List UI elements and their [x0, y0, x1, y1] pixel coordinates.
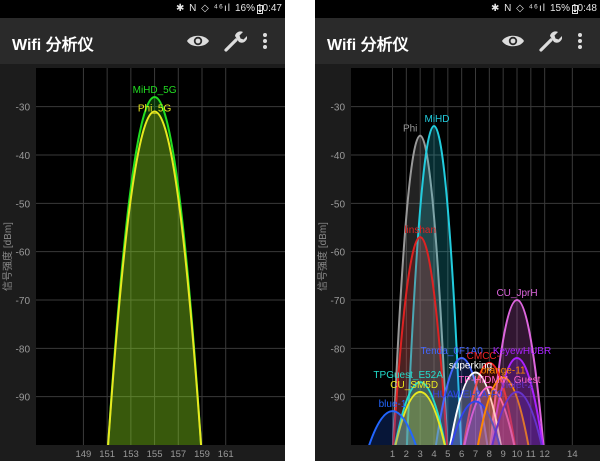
more-vert-icon[interactable] — [258, 29, 272, 53]
series-label: KeyewHUBR — [493, 346, 551, 357]
battery-level: 15% — [549, 3, 570, 14]
y-tick-label: -30 — [16, 103, 31, 114]
series-label: violet-2 — [501, 380, 534, 391]
x-tick-label: 10 — [512, 449, 523, 460]
phone-screen-right: ✱ N ◇ ⁴⁶ıl 15% 10:48 Wifi 分析仪 -30 -40 -50 -… — [315, 0, 600, 461]
y-tick-label: -30 — [331, 103, 346, 114]
y-tick-label: -90 — [16, 393, 31, 404]
x-tick-label: 6 — [459, 449, 464, 460]
status-bar: ✱ N ◇ ⁴⁶ıl 16% 10:47 — [0, 0, 285, 18]
app-title: Wifi 分析仪 — [12, 37, 94, 54]
x-tick-label: 161 — [218, 449, 234, 460]
wrench-icon[interactable] — [223, 29, 248, 53]
x-tick-label: 153 — [123, 449, 139, 460]
series-label: linshan — [404, 225, 436, 236]
eye-icon[interactable] — [186, 29, 210, 53]
y-tick-label: -70 — [331, 296, 346, 307]
series-label: MiHD_5G — [133, 85, 177, 96]
eye-icon[interactable] — [501, 29, 525, 53]
wrench-icon[interactable] — [538, 29, 563, 53]
x-tick-label: 157 — [170, 449, 186, 460]
app-title: Wifi 分析仪 — [327, 37, 409, 54]
y-tick-label: -40 — [331, 151, 346, 162]
y-tick-label: -90 — [331, 393, 346, 404]
series-label: HUAWEI-2A-F0 — [432, 390, 503, 401]
x-tick-label: 3 — [418, 449, 423, 460]
series-label: orange-11 — [481, 365, 526, 376]
x-tick-label: 7 — [473, 449, 478, 460]
y-tick-label: -80 — [16, 344, 31, 355]
app-bar: Wifi 分析仪 — [315, 18, 600, 64]
y-tick-label: -50 — [16, 199, 31, 210]
app-bar: Wifi 分析仪 — [0, 18, 285, 64]
x-tick-label: 11 — [526, 449, 536, 460]
y-tick-label: -40 — [16, 151, 31, 162]
series-label: CU_JprH — [496, 288, 537, 299]
series-label: Phi_5G — [138, 104, 172, 115]
status-icons: ✱ N ◇ ⁴⁶ıl — [175, 3, 231, 14]
series-label: CU_SM5D — [390, 380, 438, 391]
clock: 10:47 — [256, 3, 282, 14]
clock: 10:48 — [571, 3, 597, 14]
more-vert-icon[interactable] — [573, 29, 587, 53]
x-tick-label: 155 — [147, 449, 163, 460]
series-label: MiHD — [425, 114, 450, 125]
x-tick-label: 2 — [404, 449, 409, 460]
x-tick-label: 12 — [539, 449, 550, 460]
x-tick-label: 9 — [501, 449, 506, 460]
y-tick-label: -70 — [16, 296, 31, 307]
signal-chart: -30 -40 -50 -60 -70 -80 -90 149 151 153 155 157 159 1… — [0, 64, 285, 461]
x-tick-label: 151 — [99, 449, 115, 460]
x-tick-label: 8 — [487, 449, 492, 460]
y-tick-label: -80 — [331, 344, 346, 355]
series-label: Phi — [403, 124, 417, 135]
x-tick-label: 14 — [567, 449, 578, 460]
y-axis-label: 信号强度 [dBm] — [1, 222, 14, 291]
status-bar: ✱ N ◇ ⁴⁶ıl 15% 10:48 — [315, 0, 600, 18]
y-tick-label: -60 — [331, 248, 346, 259]
x-tick-label: 5 — [445, 449, 450, 460]
phone-screen-left: ✱ N ◇ ⁴⁶ıl 16% 10:47 Wifi 分析仪 -30 -40 -50-… — [0, 0, 285, 461]
y-axis-label: 信号强度 [dBm] — [316, 222, 329, 291]
series-label: blue-1 — [379, 399, 407, 410]
signal-chart: -30-40-50-60-70-80-901 2 3 4 5 6 7 8 9 10 11 12 14信号… — [315, 64, 600, 461]
x-tick-label: 1 — [390, 449, 395, 460]
x-tick-label: 149 — [75, 449, 91, 460]
x-tick-label: 4 — [431, 449, 436, 460]
y-tick-label: -50 — [331, 199, 346, 210]
battery-level: 16% — [234, 3, 255, 14]
y-tick-label: -60 — [16, 248, 31, 259]
status-icons: ✱ N ◇ ⁴⁶ıl — [490, 3, 546, 14]
x-tick-label: 159 — [194, 449, 210, 460]
